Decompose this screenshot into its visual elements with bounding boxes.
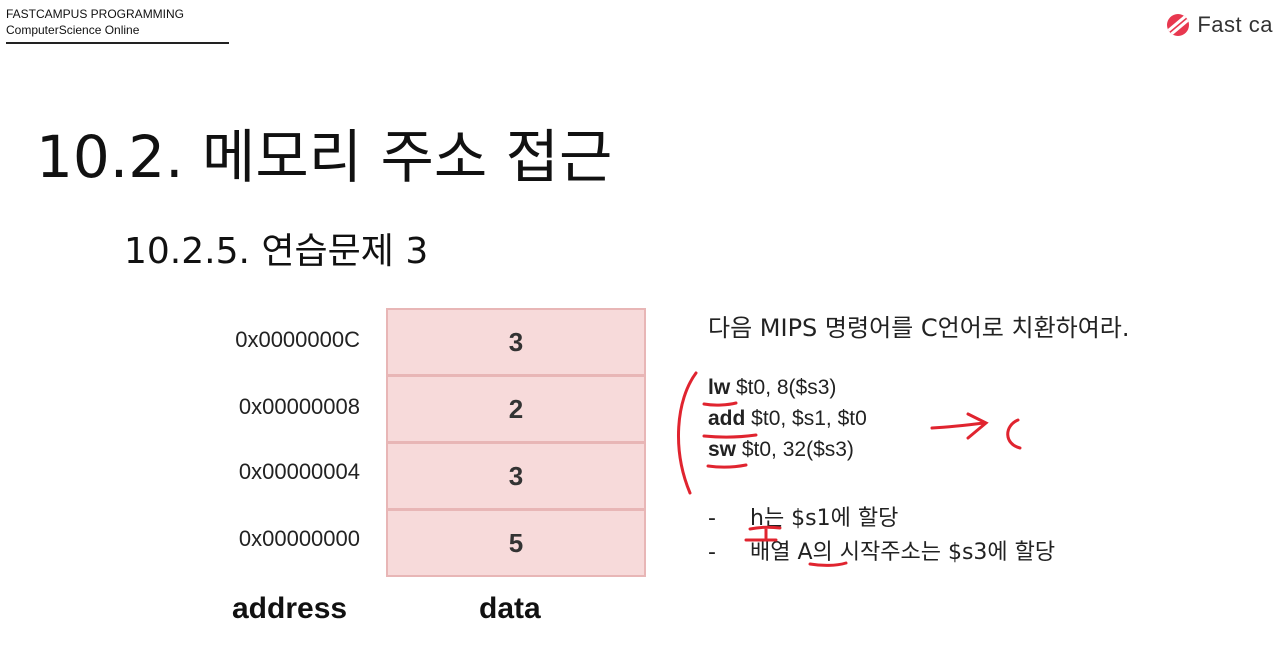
code-line: add $t0, $s1, $t0 — [708, 403, 867, 434]
course-header-line2: ComputerScience Online — [6, 23, 140, 37]
memory-cell: 3 — [388, 310, 644, 377]
slide-title: 10.2. 메모리 주소 접근 — [36, 123, 613, 191]
mips-code-block: lw $t0, 8($s3) add $t0, $s1, $t0 sw $t0,… — [708, 372, 867, 465]
code-args: $t0, 32($s3) — [736, 438, 854, 461]
bracket-mark — [677, 371, 698, 495]
memory-address-1: 0x00000008 — [238, 394, 360, 419]
note-text: 배열 A의 시작주소는 $s3에 할당 — [750, 540, 1056, 565]
note-item: - 배열 A의 시작주소는 $s3에 할당 — [708, 534, 1055, 566]
note-item: - h는 $s1에 할당 — [708, 500, 898, 532]
code-args: $t0, $s1, $t0 — [745, 407, 867, 430]
address-column-label: address — [232, 592, 348, 625]
memory-cell: 2 — [388, 377, 644, 444]
code-line: lw $t0, 8($s3) — [708, 372, 867, 403]
memory-address-3: 0x00000000 — [238, 526, 360, 551]
memory-address-2: 0x00000004 — [238, 459, 360, 484]
code-args: $t0, 8($s3) — [730, 376, 837, 399]
course-header-line1: FASTCAMPUS PROGRAMMING — [6, 7, 185, 21]
c-mark — [1006, 418, 1022, 450]
brand-name: Fast ca — [1197, 12, 1273, 37]
note-text: h는 $s1에 할당 — [750, 506, 899, 531]
data-column-label: data — [479, 592, 541, 625]
underline-sw — [706, 463, 748, 469]
arrow-mark — [930, 412, 989, 440]
slide-subtitle: 10.2.5. 연습문제 3 — [124, 231, 429, 272]
code-opcode: sw — [708, 438, 737, 461]
note-dash: - — [708, 506, 716, 531]
memory-address-0: 0x0000000C — [235, 327, 360, 352]
memory-table: 3 2 3 5 — [386, 308, 646, 577]
memory-cell: 3 — [388, 444, 644, 511]
problem-prompt: 다음 MIPS 명령어를 C언어로 치환하여라. — [708, 314, 1130, 342]
code-line: sw $t0, 32($s3) — [708, 434, 867, 465]
fastcampus-logo-icon — [1167, 14, 1190, 36]
note-dash: - — [708, 540, 716, 565]
code-opcode: lw — [708, 376, 731, 399]
code-opcode: add — [708, 407, 746, 430]
memory-cell: 5 — [508, 527, 524, 558]
course-header: FASTCAMPUS PROGRAMMING ComputerScience O… — [6, 6, 229, 44]
brand-logo: Fast ca — [1167, 12, 1273, 38]
